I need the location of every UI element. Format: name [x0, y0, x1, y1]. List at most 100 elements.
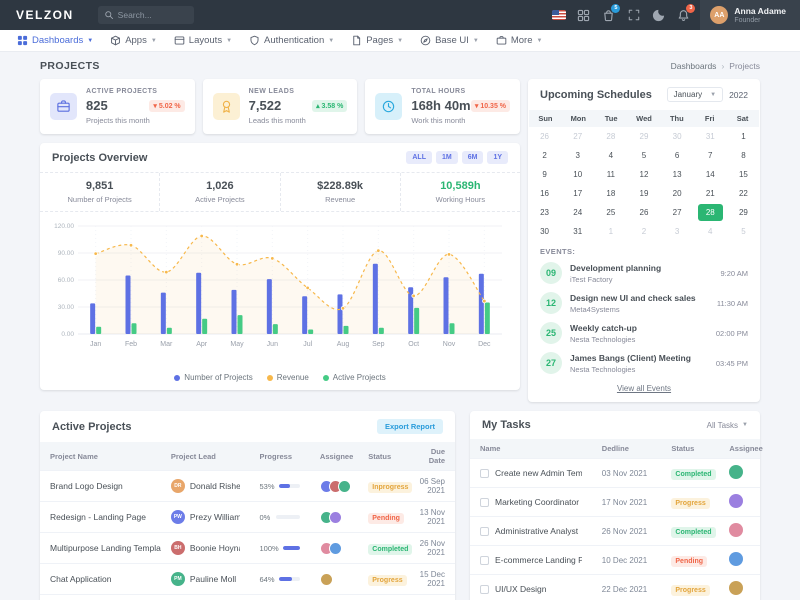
- calendar-day[interactable]: 27: [561, 127, 594, 146]
- calendar-day[interactable]: 21: [694, 184, 727, 203]
- table-row: Redesign - Landing PagePWPrezy William0%…: [40, 502, 455, 533]
- calendar-day[interactable]: 5: [727, 222, 760, 241]
- calendar-day[interactable]: 24: [561, 203, 594, 222]
- deadline-cell: 03 Nov 2021: [592, 459, 662, 488]
- nav-item-layouts[interactable]: Layouts▼: [174, 35, 232, 46]
- view-all-events-link[interactable]: View all Events: [528, 378, 760, 402]
- calendar-day[interactable]: 31: [694, 127, 727, 146]
- table-row: Multipurpose Landing TemplateBHBoonie Ho…: [40, 533, 455, 564]
- period-button-1y[interactable]: 1Y: [487, 151, 508, 164]
- task-checkbox[interactable]: [480, 556, 489, 565]
- notifications-button[interactable]: 3: [671, 9, 696, 22]
- calendar-day[interactable]: 17: [561, 184, 594, 203]
- period-button-all[interactable]: ALL: [406, 151, 432, 164]
- calendar-day[interactable]: 8: [727, 146, 760, 165]
- calendar-day[interactable]: 26: [528, 127, 561, 146]
- calendar-day[interactable]: 11: [594, 165, 627, 184]
- calendar-day[interactable]: 1: [594, 222, 627, 241]
- event-item[interactable]: 12Design new UI and check salesMeta4Syst…: [528, 288, 760, 318]
- calendar-day[interactable]: 30: [528, 222, 561, 241]
- calendar-day[interactable]: 3: [561, 146, 594, 165]
- calendar-day[interactable]: 2: [627, 222, 660, 241]
- calendar-day[interactable]: 6: [661, 146, 694, 165]
- search-input[interactable]: [118, 10, 188, 20]
- assignee-cell: [719, 575, 760, 600]
- calendar-day[interactable]: 3: [661, 222, 694, 241]
- nav-item-dashboards[interactable]: Dashboards▼: [17, 35, 93, 46]
- task-checkbox[interactable]: [480, 585, 489, 594]
- breadcrumb-parent[interactable]: Dashboards: [671, 61, 717, 71]
- calendar-day[interactable]: 23: [528, 203, 561, 222]
- dark-mode-button[interactable]: [646, 9, 671, 22]
- nav-item-authentication[interactable]: Authentication▼: [249, 35, 334, 46]
- calendar-day[interactable]: 31: [561, 222, 594, 241]
- event-title: Design new UI and check sales: [570, 293, 709, 303]
- chart-legend: Number of ProjectsRevenueActive Projects: [40, 371, 520, 390]
- user-role: Founder: [734, 17, 786, 24]
- export-report-button[interactable]: Export Report: [377, 419, 443, 434]
- tasks-filter-dropdown[interactable]: All Tasks▼: [707, 421, 748, 430]
- calendar-day[interactable]: 27: [661, 203, 694, 222]
- project-lead-cell: BHBoonie Hoynas: [161, 533, 250, 564]
- calendar-day[interactable]: 30: [661, 127, 694, 146]
- period-button-1m[interactable]: 1M: [436, 151, 458, 164]
- calendar-day[interactable]: 5: [627, 146, 660, 165]
- calendar-day-selected[interactable]: 28: [698, 204, 723, 221]
- calendar-day[interactable]: 14: [694, 165, 727, 184]
- assignee-cell: [310, 595, 358, 600]
- task-checkbox[interactable]: [480, 527, 489, 536]
- event-item[interactable]: 25Weekly catch-upNesta Technologies02:00…: [528, 318, 760, 348]
- fullscreen-button[interactable]: [621, 9, 646, 21]
- event-item[interactable]: 27James Bangs (Client) MeetingNesta Tech…: [528, 348, 760, 378]
- event-item[interactable]: 09Development planningiTest Factory9:20 …: [528, 258, 760, 288]
- cart-button[interactable]: 5: [596, 9, 621, 22]
- calendar-day[interactable]: 18: [594, 184, 627, 203]
- nav-item-apps[interactable]: Apps▼: [110, 35, 157, 46]
- calendar-day[interactable]: 16: [528, 184, 561, 203]
- calendar-day[interactable]: 2: [528, 146, 561, 165]
- calendar-day[interactable]: 1: [727, 127, 760, 146]
- overview-stat-value: $228.89k: [285, 180, 396, 192]
- calendar-day-header: Wed: [628, 110, 661, 127]
- calendar-day[interactable]: 20: [661, 184, 694, 203]
- calendar-day[interactable]: 4: [694, 222, 727, 241]
- overview-stat-label: Revenue: [285, 195, 396, 204]
- calendar-day[interactable]: 26: [627, 203, 660, 222]
- calendar-day[interactable]: 9: [528, 165, 561, 184]
- calendar-day[interactable]: 7: [694, 146, 727, 165]
- clock-icon: [381, 99, 396, 114]
- language-flag-button[interactable]: [546, 10, 571, 20]
- notification-count-badge: 3: [686, 4, 695, 13]
- trend-badge: ▴ 3.58 %: [312, 100, 347, 112]
- period-button-6m[interactable]: 6M: [462, 151, 484, 164]
- task-checkbox[interactable]: [480, 469, 489, 478]
- overview-stat-value: 9,851: [44, 180, 155, 192]
- calendar-day[interactable]: 10: [561, 165, 594, 184]
- nav-item-more[interactable]: More▼: [496, 35, 543, 46]
- task-checkbox[interactable]: [480, 498, 489, 507]
- calendar-day[interactable]: 12: [627, 165, 660, 184]
- user-menu[interactable]: AA Anna Adame Founder: [700, 0, 800, 30]
- calendar-day[interactable]: 13: [661, 165, 694, 184]
- calendar-day[interactable]: 28: [594, 127, 627, 146]
- calendar-day[interactable]: 22: [727, 184, 760, 203]
- my-tasks-header-row: NameDedlineStatusAssignee: [470, 439, 760, 459]
- calendar-day[interactable]: 25: [594, 203, 627, 222]
- calendar-day[interactable]: 15: [727, 165, 760, 184]
- web-apps-button[interactable]: [571, 9, 596, 22]
- event-title: Development planning: [570, 263, 712, 273]
- award-icon: [219, 99, 234, 114]
- task-name: UI/UX Design: [495, 584, 547, 594]
- brand-logo[interactable]: VELZON: [16, 8, 74, 22]
- assignee-cell: [719, 546, 760, 575]
- calendar-day[interactable]: 4: [594, 146, 627, 165]
- status-cell: Pending: [358, 502, 402, 533]
- legend-dot: [323, 375, 329, 381]
- nav-item-base-ui[interactable]: Base UI▼: [420, 35, 479, 46]
- calendar-day[interactable]: 29: [727, 203, 760, 222]
- nav-item-pages[interactable]: Pages▼: [351, 35, 403, 46]
- month-select[interactable]: January▼: [667, 87, 723, 102]
- calendar-day[interactable]: 29: [627, 127, 660, 146]
- calendar-week: 303112345: [528, 222, 760, 241]
- calendar-day[interactable]: 19: [627, 184, 660, 203]
